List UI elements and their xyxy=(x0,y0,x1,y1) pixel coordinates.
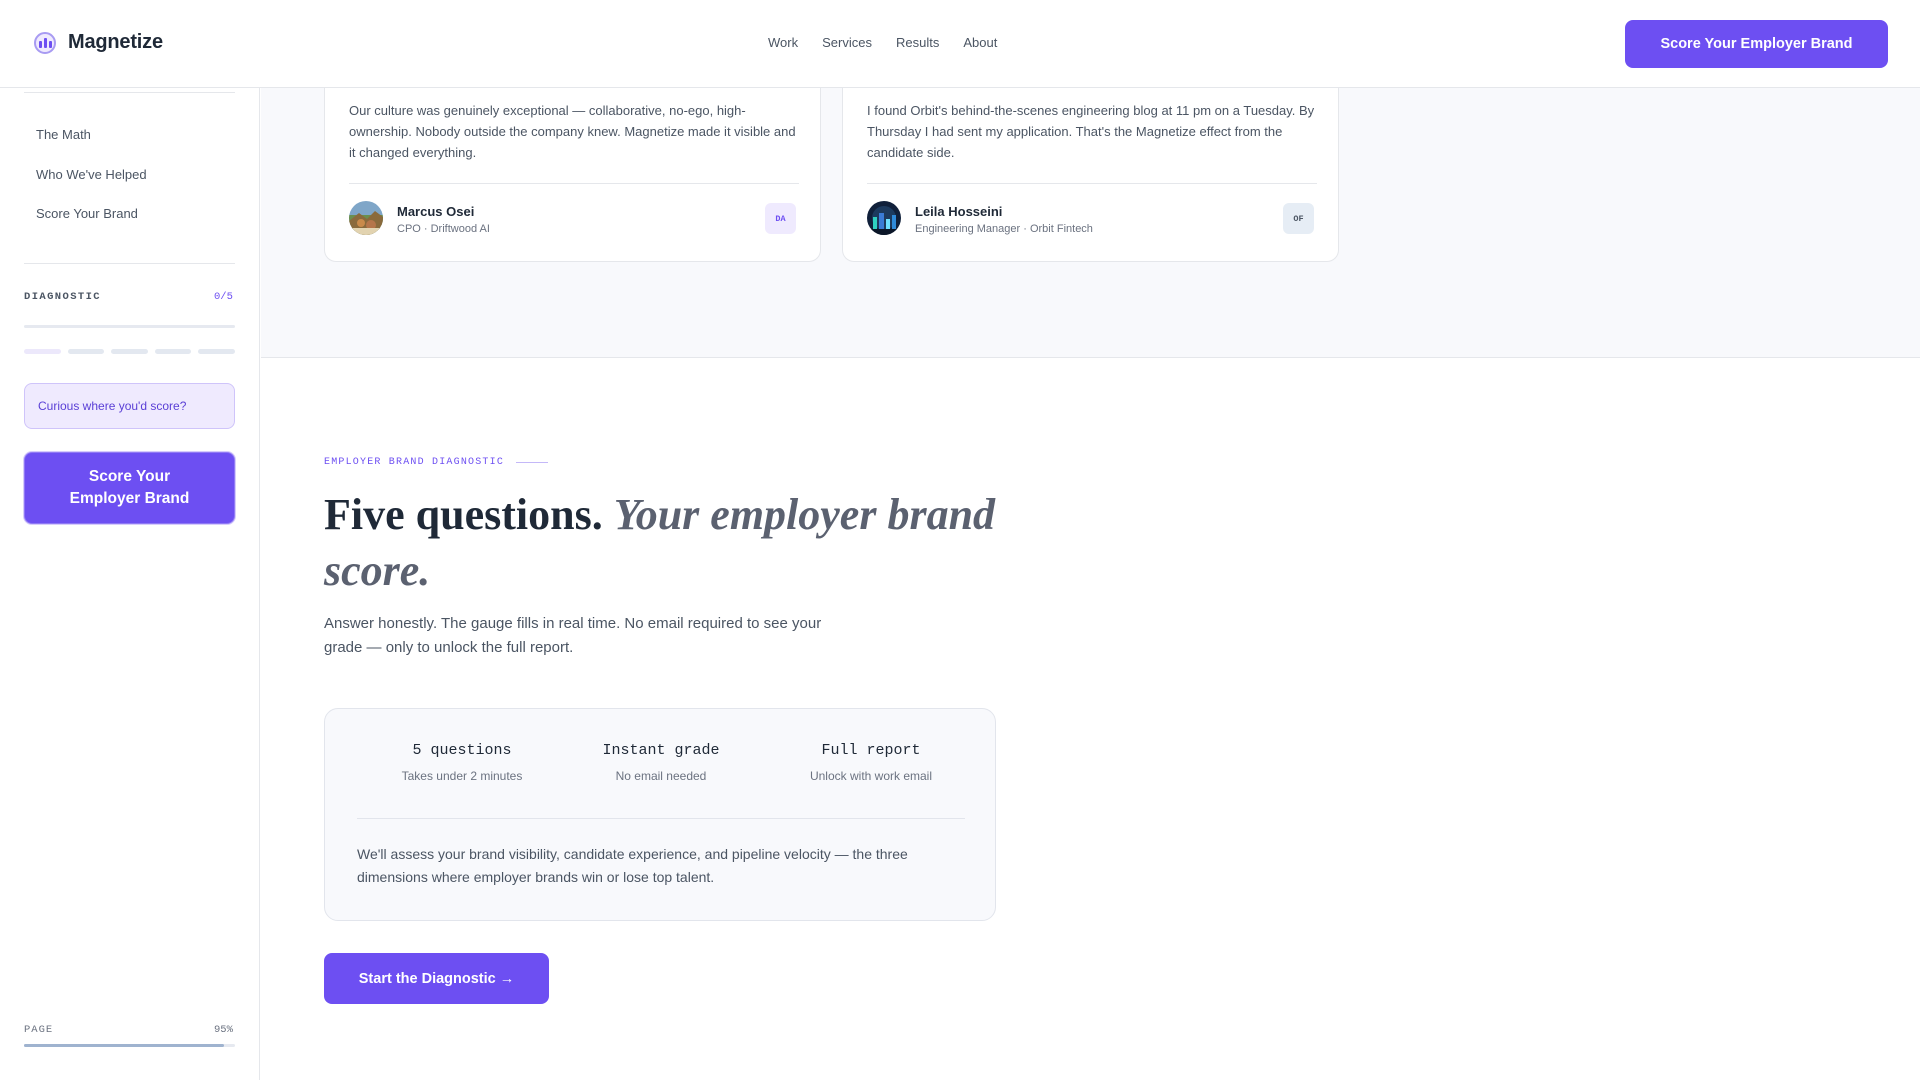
step-indicator xyxy=(24,349,61,354)
nav-about[interactable]: About xyxy=(963,35,997,50)
testimonial-role: Engineering Manager · Orbit Fintech xyxy=(915,223,1093,235)
page-title: Five questions. Your employer brand scor… xyxy=(324,487,1024,599)
feature-subtitle: No email needed xyxy=(615,769,707,783)
feature-full-report: Full report Unlock with work email xyxy=(766,742,976,783)
page-progress-fill xyxy=(24,1044,225,1047)
card-divider xyxy=(867,183,1317,184)
nav-results[interactable]: Results xyxy=(896,35,939,50)
feature-subtitle: Takes under 2 minutes xyxy=(401,769,523,783)
sidebar-divider xyxy=(24,263,235,264)
score-brand-button[interactable]: Score Your Employer Brand xyxy=(1625,20,1888,68)
testimonial-quote: I found Orbit's behind-the-scenes engine… xyxy=(867,103,1315,160)
feature-instant-grade: Instant grade No email needed xyxy=(556,742,766,783)
headline-plain: Five questions. xyxy=(324,490,603,539)
sidebar-cta-label: Score Your Employer Brand xyxy=(69,468,190,507)
sidebar-divider xyxy=(24,92,235,93)
diagnostic-progress-bar xyxy=(24,325,235,328)
feature-subtitle: Unlock with work email xyxy=(809,769,933,783)
page-progress-bar xyxy=(24,1044,235,1047)
brand-name: Magnetize xyxy=(68,31,163,53)
testimonial-card: Our culture was genuinely exceptional — … xyxy=(324,88,821,262)
sidebar: The Math Who We've Helped Score Your Bra… xyxy=(0,88,260,1080)
feature-questions: 5 questions Takes under 2 minutes xyxy=(357,742,567,783)
testimonial-role: CPO · Driftwood AI xyxy=(397,223,490,235)
testimonial-name: Leila Hosseini xyxy=(915,204,1003,219)
feature-title: Instant grade xyxy=(602,742,720,759)
step-indicator xyxy=(198,349,235,354)
nav-services[interactable]: Services xyxy=(822,35,872,50)
diagnostic-info-card: 5 questions Takes under 2 minutes Instan… xyxy=(324,708,996,921)
site-header: Magnetize Work Services Results About Sc… xyxy=(0,0,1920,88)
sidebar-score-brand-button[interactable]: Score Your Employer Brand xyxy=(24,452,235,524)
feature-title: Full report xyxy=(821,742,921,759)
sidebar-item-the-math[interactable]: The Math xyxy=(36,127,91,142)
testimonial-quote: Our culture was genuinely exceptional — … xyxy=(349,103,796,160)
feature-title: 5 questions xyxy=(412,742,512,759)
company-badge: DA xyxy=(765,203,796,234)
section-subtitle: Answer honestly. The gauge fills in real… xyxy=(324,615,822,656)
curious-prompt: Curious where you'd score? xyxy=(24,383,235,429)
city-night-photo-icon xyxy=(867,201,901,235)
main-nav: Work Services Results About xyxy=(768,35,1021,50)
diagnostic-count: 0/5 xyxy=(214,291,233,303)
start-diagnostic-button[interactable]: Start the Diagnostic → xyxy=(324,953,549,1004)
eyebrow-text: EMPLOYER BRAND DIAGNOSTIC xyxy=(324,457,505,468)
step-indicator xyxy=(67,349,105,354)
info-description: We'll assess your brand visibility, cand… xyxy=(357,846,908,885)
page-progress-percent: 95% xyxy=(214,1024,233,1036)
diagnostic-steps xyxy=(24,349,235,354)
magnet-logo-icon xyxy=(34,31,56,54)
company-badge: OF xyxy=(1283,203,1314,234)
info-divider xyxy=(357,818,965,819)
section-eyebrow: EMPLOYER BRAND DIAGNOSTIC xyxy=(324,457,549,468)
eyebrow-line xyxy=(516,462,549,463)
testimonial-card: I found Orbit's behind-the-scenes engine… xyxy=(842,88,1339,262)
card-divider xyxy=(349,183,799,184)
avatar xyxy=(867,201,901,235)
nav-work[interactable]: Work xyxy=(768,35,798,50)
testimonial-name: Marcus Osei xyxy=(397,204,475,219)
logo[interactable]: Magnetize xyxy=(34,31,163,54)
step-indicator xyxy=(154,349,192,354)
landscape-photo-icon xyxy=(349,201,383,235)
diagnostic-label: DIAGNOSTIC xyxy=(24,291,102,303)
page-progress-label: PAGE xyxy=(24,1024,54,1036)
avatar xyxy=(349,201,383,235)
sidebar-item-score-your-brand[interactable]: Score Your Brand xyxy=(36,206,138,221)
step-indicator xyxy=(111,349,148,354)
sidebar-item-who-weve-helped[interactable]: Who We've Helped xyxy=(36,167,147,182)
